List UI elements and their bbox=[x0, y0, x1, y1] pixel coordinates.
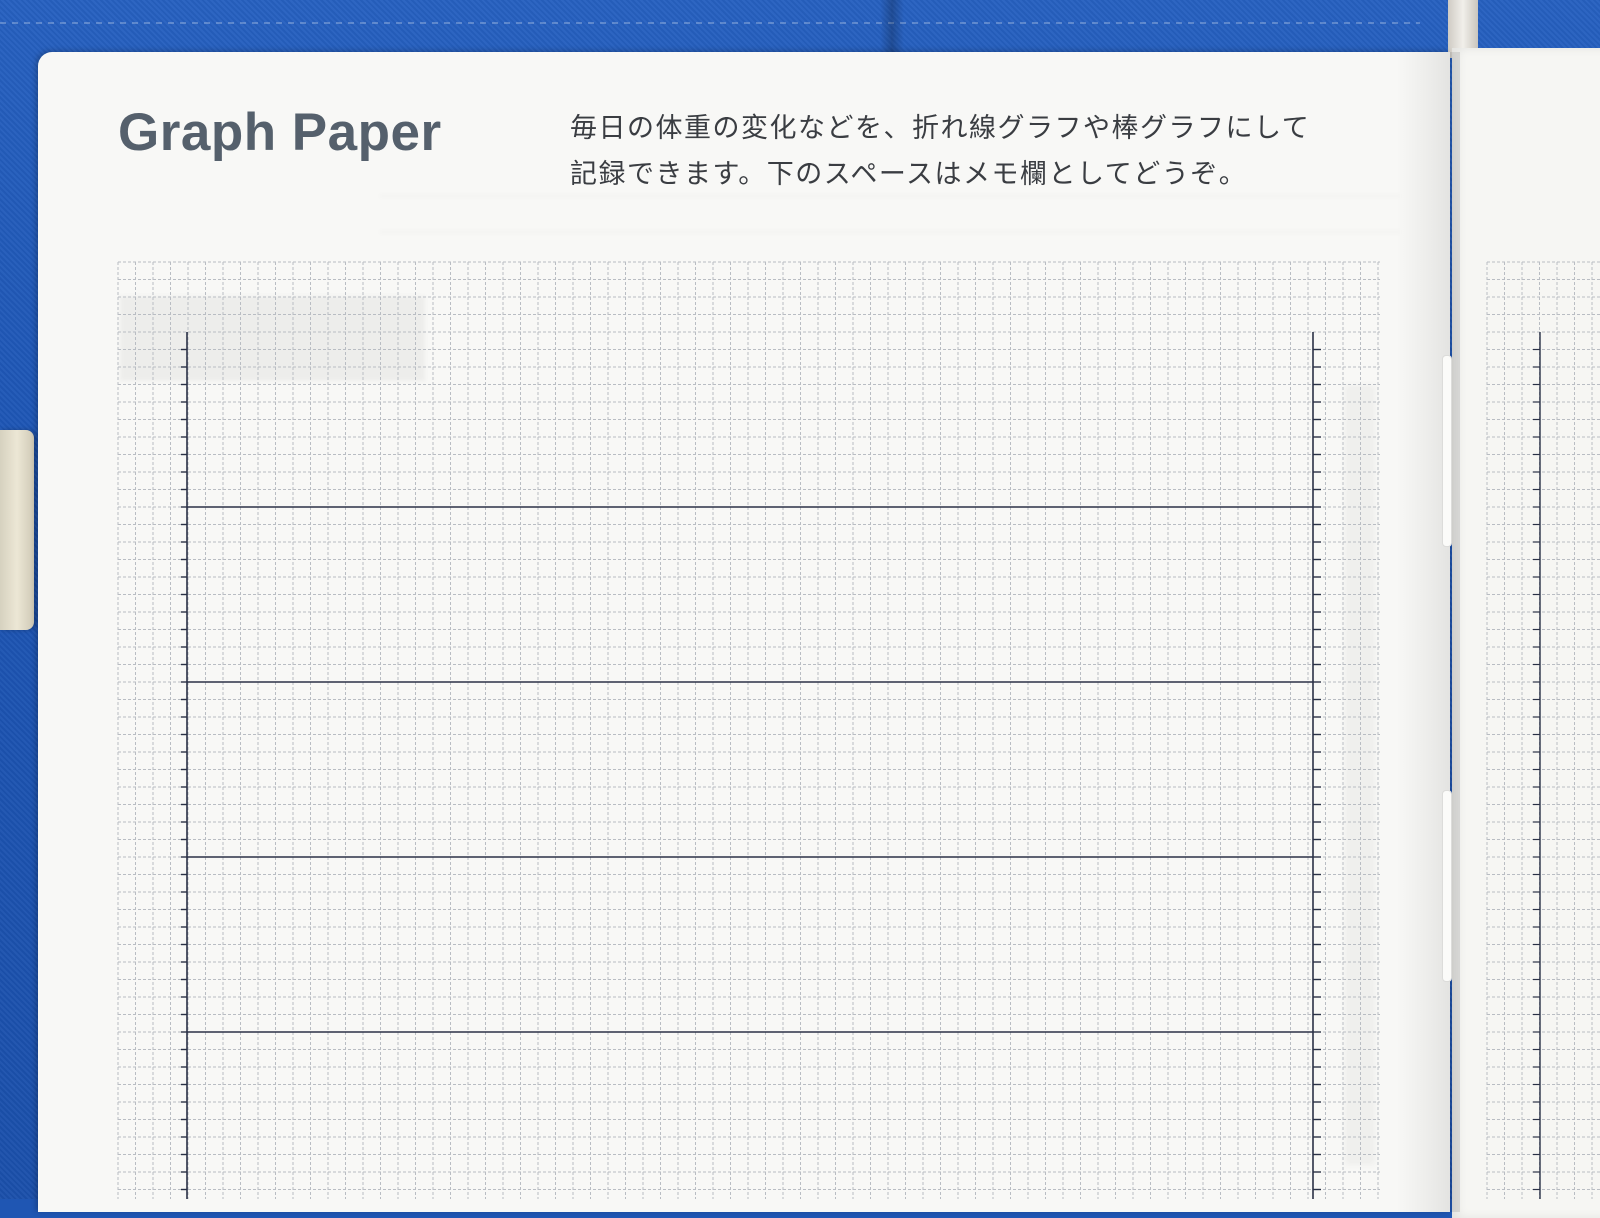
grid-lines bbox=[117, 261, 1380, 1199]
right-page-grid bbox=[1486, 261, 1600, 1199]
chart-frame bbox=[181, 332, 1541, 1199]
graph-paper-grid[interactable] bbox=[0, 0, 1600, 1199]
